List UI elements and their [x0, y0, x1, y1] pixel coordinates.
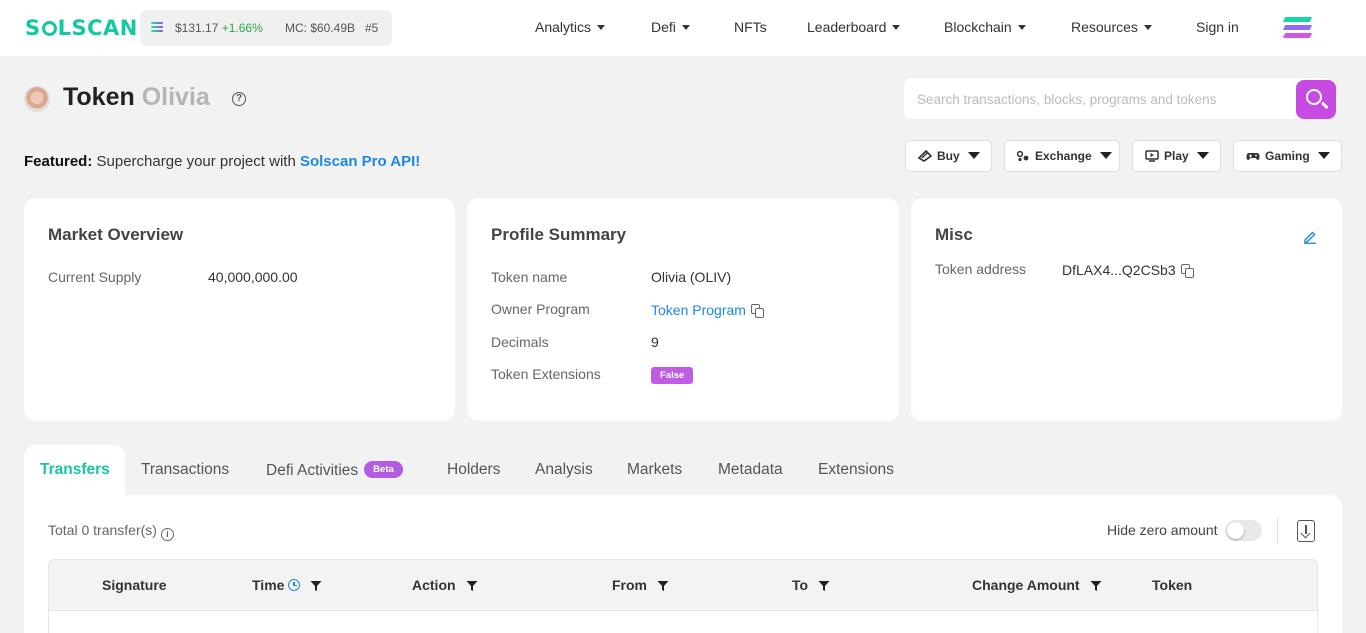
tab-transfers[interactable]: Transfers [40, 461, 110, 479]
current-supply-value: 40,000,000.00 [208, 269, 298, 285]
chevron-down-icon [681, 25, 690, 30]
col-time: Time [252, 577, 322, 593]
profile-summary-card: Profile Summary Token name Olivia (OLIV)… [467, 198, 899, 421]
divider [1277, 518, 1278, 544]
token-name-title: Olivia [141, 83, 210, 111]
page-title: Token Olivia [63, 83, 210, 111]
hide-zero-amount-toggle[interactable] [1225, 520, 1262, 541]
search-button[interactable] [1296, 80, 1336, 119]
clock-icon[interactable] [288, 579, 301, 591]
decimals-label: Decimals [491, 334, 549, 350]
tab-extensions[interactable]: Extensions [818, 461, 894, 479]
col-to: To [792, 577, 830, 593]
nav-sign-in[interactable]: Sign in [1196, 19, 1239, 35]
info-icon[interactable]: i [160, 528, 174, 541]
beta-badge: Beta [364, 461, 403, 478]
nav-analytics[interactable]: Analytics [535, 19, 606, 35]
token-address-row: DfLAX4...Q2CSb3 [1062, 262, 1195, 278]
copy-icon[interactable] [1180, 264, 1195, 278]
col-action: Action [412, 577, 478, 593]
tab-transactions[interactable]: Transactions [141, 461, 229, 479]
market-cap: MC: $60.49B [285, 21, 356, 35]
edit-icon[interactable] [1303, 230, 1317, 244]
table-row [48, 611, 1318, 633]
col-token: Token [1152, 577, 1193, 593]
tab-metadata[interactable]: Metadata [718, 461, 783, 479]
sol-price-change: +1.66% [221, 21, 263, 35]
market-overview-card: Market Overview Current Supply 40,000,00… [24, 198, 455, 421]
tab-defi-activities[interactable]: Defi Activities Beta [266, 461, 403, 480]
gamepad-icon [1246, 153, 1260, 160]
search-icon [1306, 89, 1322, 105]
search-input[interactable]: Search transactions, blocks, programs an… [917, 92, 1216, 107]
search-bar[interactable]: Search transactions, blocks, programs an… [903, 77, 1337, 120]
col-signature: Signature [102, 577, 167, 593]
false-badge: False [651, 367, 694, 384]
current-supply-label: Current Supply [48, 269, 142, 285]
owner-program-label: Owner Program [491, 301, 590, 317]
chevron-down-icon [1017, 25, 1026, 30]
chevron-down-icon [1143, 25, 1152, 30]
token-name-label: Token name [491, 269, 568, 285]
buy-icon [918, 150, 932, 162]
nav-resources[interactable]: Resources [1071, 19, 1152, 35]
solana-icon [151, 22, 163, 33]
owner-program-row: Token Program [651, 302, 765, 318]
token-name-value: Olivia (OLIV) [651, 269, 732, 285]
solana-network-menu-icon[interactable] [1282, 17, 1313, 39]
solscan-pro-api-link[interactable]: Solscan Pro API! [300, 153, 420, 170]
copy-icon[interactable] [750, 304, 765, 318]
sol-rank: #5 [365, 21, 379, 35]
filter-icon[interactable] [1090, 580, 1102, 592]
col-change-amount: Change Amount [972, 577, 1102, 593]
tab-holders[interactable]: Holders [447, 461, 500, 479]
nav-defi[interactable]: Defi [651, 19, 690, 35]
token-extensions-label: Token Extensions [491, 366, 601, 382]
filter-icon[interactable] [310, 580, 322, 592]
chevron-down-icon [597, 25, 606, 30]
market-overview-title: Market Overview [48, 225, 184, 244]
table-header [48, 559, 1318, 611]
tab-markets[interactable]: Markets [627, 461, 682, 479]
featured-banner: Featured: Supercharge your project with … [24, 153, 421, 170]
chevron-down-icon [892, 25, 901, 30]
solscan-logo[interactable]: S LSCAN [25, 16, 138, 40]
owner-program-link[interactable]: Token Program [651, 302, 746, 318]
token-address-value[interactable]: DfLAX4...Q2CSb3 [1062, 262, 1176, 278]
profile-summary-title: Profile Summary [491, 225, 627, 244]
col-from: From [612, 577, 669, 593]
exchange-dropdown[interactable]: Exchange [1004, 140, 1120, 172]
misc-title: Misc [935, 225, 973, 244]
filter-icon[interactable] [466, 580, 478, 592]
play-icon [1145, 150, 1159, 162]
misc-card: Misc Token address DfLAX4...Q2CSb3 [911, 198, 1342, 421]
exchange-icon [1016, 150, 1029, 162]
sol-price-ticker: $131.17 +1.66% MC: $60.49B #5 [140, 10, 392, 46]
token-address-label: Token address [935, 261, 1027, 277]
help-icon[interactable]: ? [232, 92, 246, 106]
filter-icon[interactable] [818, 580, 830, 592]
tab-analysis[interactable]: Analysis [535, 461, 593, 479]
filter-icon[interactable] [657, 580, 669, 592]
play-dropdown[interactable]: Play [1132, 140, 1221, 172]
download-icon[interactable] [1297, 520, 1315, 542]
buy-dropdown[interactable]: Buy [905, 140, 992, 172]
nav-blockchain[interactable]: Blockchain [944, 19, 1026, 35]
total-transfers: Total 0 transfer(s) i [48, 522, 174, 541]
nav-nfts[interactable]: NFTs [734, 19, 767, 35]
token-extensions-value: False [651, 365, 694, 384]
token-avatar [24, 86, 50, 112]
hide-zero-amount-label: Hide zero amount [1107, 522, 1218, 538]
nav-leaderboard[interactable]: Leaderboard [807, 19, 901, 35]
gaming-dropdown[interactable]: Gaming [1233, 140, 1342, 172]
sol-price: $131.17 [175, 21, 219, 35]
decimals-value: 9 [651, 334, 659, 350]
